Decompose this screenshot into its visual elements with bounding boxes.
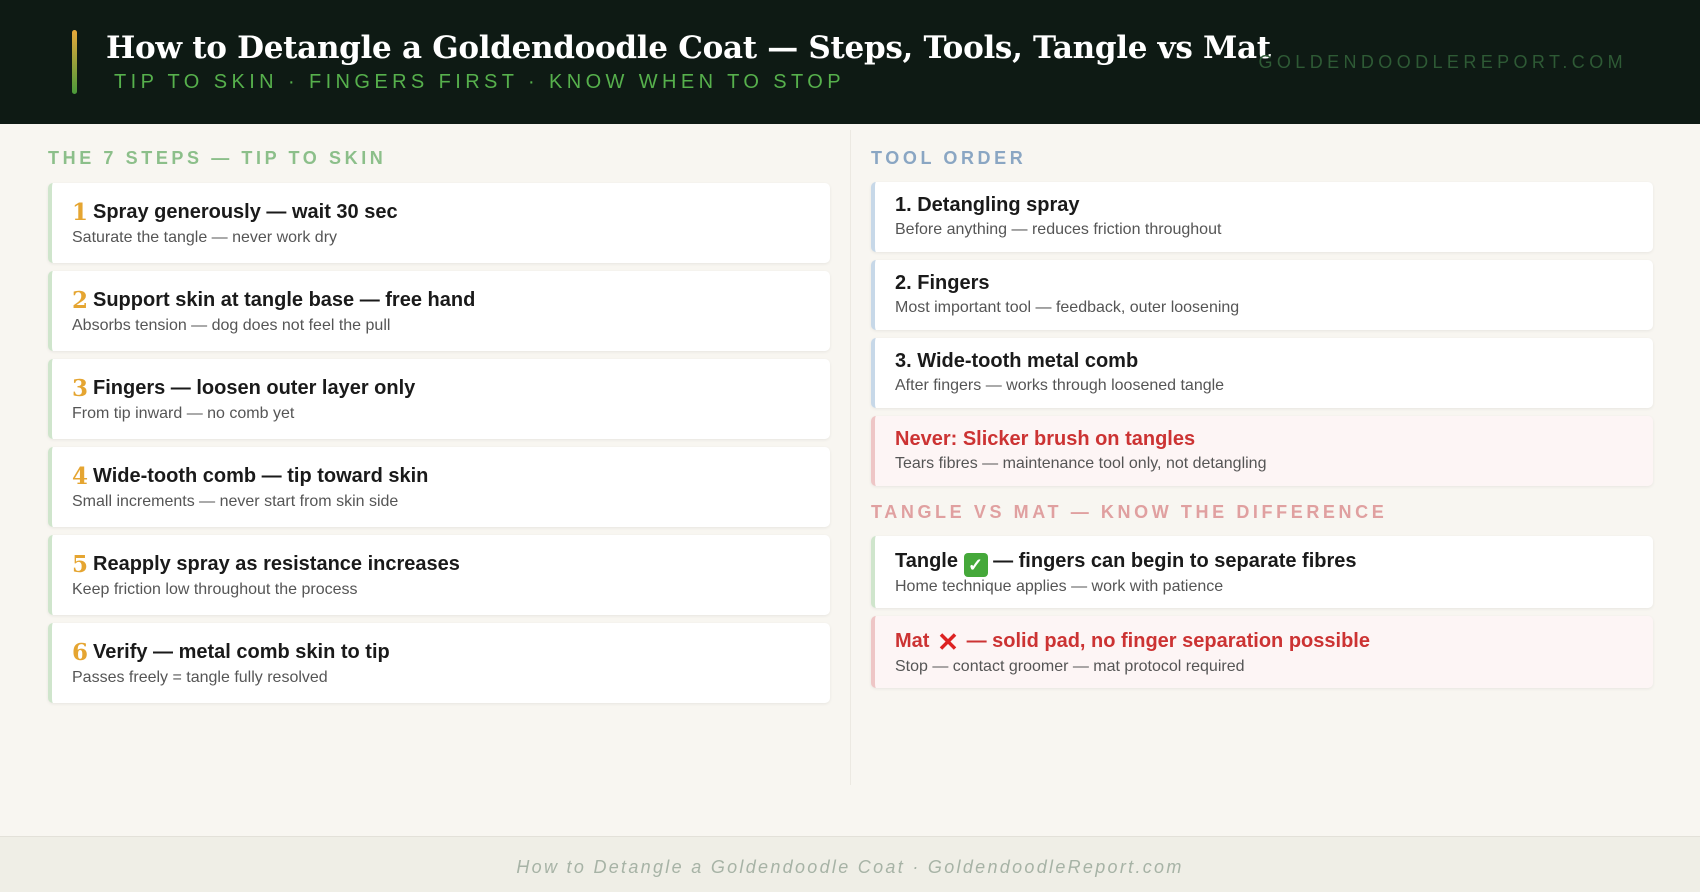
step-description: Saturate the tangle — never work dry xyxy=(72,229,338,246)
step-number: 5 xyxy=(72,551,89,578)
tangle-label: Tangle xyxy=(895,550,958,572)
header-accent-bar xyxy=(72,30,77,94)
step-heading: Wide-tooth comb — tip toward skin xyxy=(93,465,429,487)
mat-summary: — solid pad, no finger separation possib… xyxy=(966,630,1370,652)
footer: How to Detangle a Goldendoodle Coat · Go… xyxy=(0,836,1700,892)
check-mark-icon: ✓ xyxy=(963,553,988,577)
tool-card-comb: 3. Wide-tooth metal comb After fingers —… xyxy=(871,338,1653,408)
step-card-4: 4 Wide-tooth comb — tip toward skin Smal… xyxy=(48,447,830,527)
footer-text: How to Detangle a Goldendoodle Coat · Go… xyxy=(516,857,1184,877)
tools-section-title: TOOL ORDER xyxy=(871,148,1027,168)
site-name-link[interactable]: GOLDENDOODLEREPORT.COM xyxy=(1258,52,1627,73)
tool-card-never-slicker: Never: Slicker brush on tangles Tears fi… xyxy=(871,416,1653,486)
step-number: 4 xyxy=(72,463,89,490)
step-description: Small increments — never start from skin… xyxy=(72,493,399,510)
tangle-description: Home technique applies — work with patie… xyxy=(895,578,1224,595)
page-title: How to Detangle a Goldendoodle Coat — St… xyxy=(106,30,1271,66)
step-number: 1 xyxy=(72,199,89,226)
mat-heading: Mat ✕ — solid pad, no finger separation … xyxy=(895,627,1370,657)
tangle-card: Tangle ✓ — fingers can begin to separate… xyxy=(871,536,1653,608)
mat-card: Mat ✕ — solid pad, no finger separation … xyxy=(871,616,1653,688)
step-heading: Support skin at tangle base — free hand xyxy=(93,289,476,311)
tool-description: Before anything — reduces friction throu… xyxy=(895,221,1222,238)
step-description: Passes freely = tangle fully resolved xyxy=(72,669,328,686)
step-card-2: 2 Support skin at tangle base — free han… xyxy=(48,271,830,351)
step-heading: Spray generously — wait 30 sec xyxy=(93,201,398,223)
tool-description: After fingers — works through loosened t… xyxy=(895,377,1225,394)
column-divider xyxy=(850,130,851,785)
step-heading: Reapply spray as resistance increases xyxy=(93,553,460,575)
tangle-summary: — fingers can begin to separate fibres xyxy=(993,550,1357,572)
mat-description: Stop — contact groomer — mat protocol re… xyxy=(895,658,1245,675)
mat-label: Mat xyxy=(895,630,930,652)
cross-mark-icon: ✕ xyxy=(937,627,959,657)
step-number: 6 xyxy=(72,639,89,666)
step-card-3: 3 Fingers — loosen outer layer only From… xyxy=(48,359,830,439)
step-number: 2 xyxy=(72,287,89,314)
tangle-heading: Tangle ✓ — fingers can begin to separate… xyxy=(895,550,1357,577)
step-description: Absorbs tension — dog does not feel the … xyxy=(72,317,391,334)
step-heading: Verify — metal comb skin to tip xyxy=(93,641,390,663)
tool-card-fingers: 2. Fingers Most important tool — feedbac… xyxy=(871,260,1653,330)
step-card-6: 6 Verify — metal comb skin to tip Passes… xyxy=(48,623,830,703)
tool-description: Tears fibres — maintenance tool only, no… xyxy=(895,455,1267,472)
step-heading: Fingers — loosen outer layer only xyxy=(93,377,416,399)
step-card-1: 1 Spray generously — wait 30 sec Saturat… xyxy=(48,183,830,263)
tool-card-spray: 1. Detangling spray Before anything — re… xyxy=(871,182,1653,252)
tool-heading: 3. Wide-tooth metal comb xyxy=(895,350,1139,372)
step-card-5: 5 Reapply spray as resistance increases … xyxy=(48,535,830,615)
page-subtitle: TIP TO SKIN · FINGERS FIRST · KNOW WHEN … xyxy=(114,71,845,93)
tool-heading: 2. Fingers xyxy=(895,272,990,294)
steps-section-title: THE 7 STEPS — TIP TO SKIN xyxy=(48,148,387,168)
step-description: From tip inward — no comb yet xyxy=(72,405,295,422)
tool-warning-heading: Never: Slicker brush on tangles xyxy=(895,428,1196,450)
tool-heading: 1. Detangling spray xyxy=(895,194,1080,216)
tool-description: Most important tool — feedback, outer lo… xyxy=(895,299,1240,316)
header: How to Detangle a Goldendoodle Coat — St… xyxy=(0,0,1700,124)
step-description: Keep friction low throughout the process xyxy=(72,581,358,598)
step-number: 3 xyxy=(72,375,89,402)
compare-section-title: TANGLE VS MAT — KNOW THE DIFFERENCE xyxy=(871,502,1388,522)
